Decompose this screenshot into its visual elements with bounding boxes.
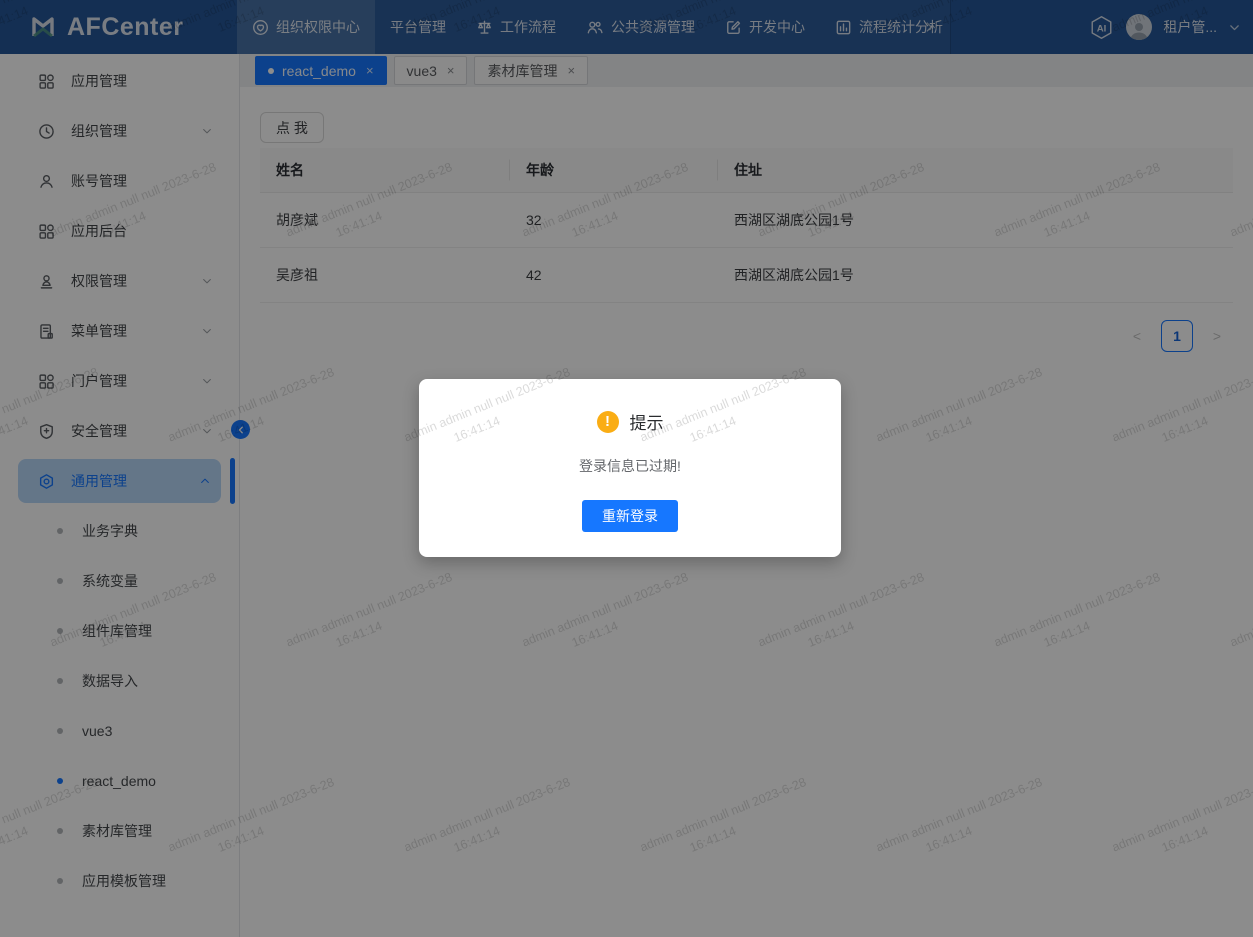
dialog-title-row: ! 提示 <box>597 409 664 434</box>
session-expired-dialog: ! 提示 登录信息已过期! 重新登录 <box>419 379 841 557</box>
app-root: AFCenter 组织权限中心平台管理工作流程公共资源管理开发中心流程统计分析 … <box>0 0 1253 937</box>
dialog-message: 登录信息已过期! <box>419 456 841 476</box>
relogin-button[interactable]: 重新登录 <box>582 500 678 532</box>
dialog-title: 提示 <box>630 409 664 434</box>
warning-icon: ! <box>597 411 619 433</box>
